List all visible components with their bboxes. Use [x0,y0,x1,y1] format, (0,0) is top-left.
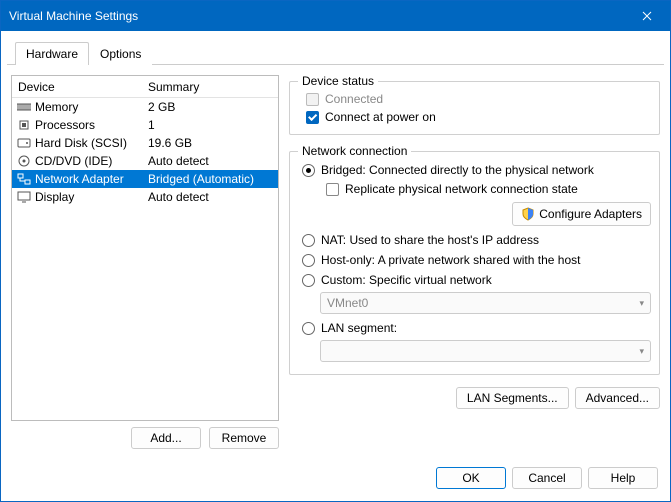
help-button[interactable]: Help [588,467,658,489]
shield-icon [521,207,535,221]
device-label: Network Adapter [35,172,124,186]
memory-icon [16,99,32,115]
bridged-row[interactable]: Bridged: Connected directly to the physi… [298,160,651,180]
close-button[interactable] [624,1,670,31]
device-summary: 19.6 GB [144,136,278,150]
device-summary: Auto detect [144,154,278,168]
hostonly-row[interactable]: Host-only: A private network shared with… [298,250,651,270]
cpu-icon [16,117,32,133]
network-buttons: LAN Segments... Advanced... [289,385,660,409]
tab-strip: Hardware Options [7,37,664,65]
ok-button[interactable]: OK [436,467,506,489]
lan-segments-button[interactable]: LAN Segments... [456,387,569,409]
main-content: Device Summary Memory 2 GB Processors 1 … [1,65,670,459]
configure-adapters-button[interactable]: Configure Adapters [512,202,651,226]
device-label: CD/DVD (IDE) [35,154,112,168]
connected-label: Connected [325,92,383,106]
configure-label: Configure Adapters [539,207,642,221]
cd-icon [16,153,32,169]
device-label: Display [35,190,74,204]
device-status-group: Device status Connected Connect at power… [289,81,660,135]
nat-row[interactable]: NAT: Used to share the host's IP address [298,230,651,250]
custom-label: Custom: Specific virtual network [321,273,492,287]
col-header-summary[interactable]: Summary [144,80,278,94]
dialog-footer: OK Cancel Help [1,459,670,501]
device-summary: 2 GB [144,100,278,114]
vm-settings-dialog: Virtual Machine Settings Hardware Option… [0,0,671,502]
poweron-row[interactable]: Connect at power on [298,108,651,126]
bridged-label: Bridged: Connected directly to the physi… [321,163,594,177]
chevron-down-icon: ▾ [639,298,644,309]
device-label: Processors [35,118,95,132]
device-summary: Bridged (Automatic) [144,172,278,186]
device-label: Hard Disk (SCSI) [35,136,127,150]
nat-label: NAT: Used to share the host's IP address [321,233,539,247]
device-panel: Device Summary Memory 2 GB Processors 1 … [11,75,279,449]
hostonly-label: Host-only: A private network shared with… [321,253,580,267]
lan-radio[interactable] [302,322,315,335]
titlebar: Virtual Machine Settings [1,1,670,31]
settings-panel: Device status Connected Connect at power… [289,75,660,449]
device-row-harddisk[interactable]: Hard Disk (SCSI) 19.6 GB [12,134,278,152]
replicate-row[interactable]: Replicate physical network connection st… [318,180,651,198]
poweron-checkbox[interactable] [306,111,319,124]
chevron-down-icon: ▾ [639,346,644,357]
disk-icon [16,135,32,151]
custom-select: VMnet0 ▾ [320,292,651,314]
custom-row[interactable]: Custom: Specific virtual network [298,270,651,290]
lan-row[interactable]: LAN segment: [298,318,651,338]
hostonly-radio[interactable] [302,254,315,267]
configure-row: Configure Adapters [298,198,651,230]
window-title: Virtual Machine Settings [9,9,138,23]
network-group: Network connection Bridged: Connected di… [289,151,660,375]
device-list-header: Device Summary [12,76,278,98]
device-list[interactable]: Device Summary Memory 2 GB Processors 1 … [11,75,279,421]
add-button[interactable]: Add... [131,427,201,449]
connected-row: Connected [298,90,651,108]
device-row-cddvd[interactable]: CD/DVD (IDE) Auto detect [12,152,278,170]
group-legend: Device status [298,74,378,88]
device-row-processors[interactable]: Processors 1 [12,116,278,134]
device-row-display[interactable]: Display Auto detect [12,188,278,206]
bridged-radio[interactable] [302,164,315,177]
device-row-memory[interactable]: Memory 2 GB [12,98,278,116]
remove-button[interactable]: Remove [209,427,279,449]
connected-checkbox [306,93,319,106]
custom-radio[interactable] [302,274,315,287]
device-row-network[interactable]: Network Adapter Bridged (Automatic) [12,170,278,188]
close-icon [642,11,652,21]
replicate-checkbox[interactable] [326,183,339,196]
network-icon [16,171,32,187]
poweron-label: Connect at power on [325,110,436,124]
custom-value: VMnet0 [327,296,368,310]
lan-label: LAN segment: [321,321,397,335]
tab-options[interactable]: Options [89,42,152,65]
tab-hardware[interactable]: Hardware [15,42,89,65]
replicate-label: Replicate physical network connection st… [345,182,578,196]
device-summary: Auto detect [144,190,278,204]
col-header-device[interactable]: Device [12,80,144,94]
cancel-button[interactable]: Cancel [512,467,582,489]
lan-select: ▾ [320,340,651,362]
device-summary: 1 [144,118,278,132]
device-label: Memory [35,100,78,114]
nat-radio[interactable] [302,234,315,247]
device-buttons: Add... Remove [11,421,279,449]
display-icon [16,189,32,205]
advanced-button[interactable]: Advanced... [575,387,660,409]
group-legend: Network connection [298,144,411,158]
